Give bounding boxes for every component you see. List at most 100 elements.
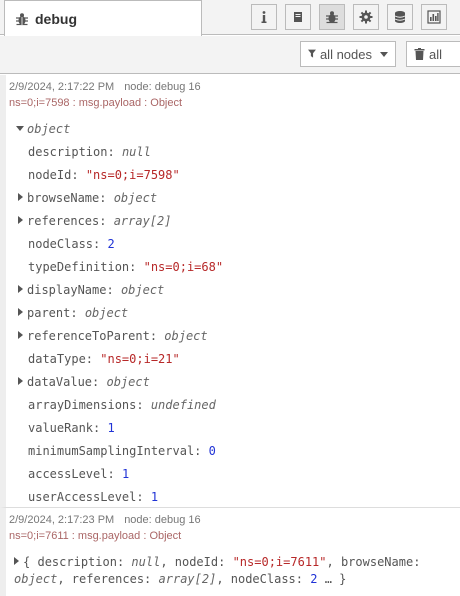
tree-key: dataValue (27, 375, 93, 389)
caret-right-icon (18, 308, 23, 316)
tree-root-row[interactable]: object (16, 118, 460, 141)
message-topic: ns=0;i=7598 : msg.payload : Object (9, 97, 183, 109)
tree-colon: : (70, 306, 85, 320)
tree-key: arrayDimensions (28, 398, 137, 412)
tree-key: references (27, 214, 100, 228)
tree-key: description (28, 145, 108, 159)
filter-nodes-dropdown[interactable]: all nodes (300, 41, 396, 67)
tree-colon: : (85, 352, 101, 366)
caret-right-icon (18, 285, 23, 293)
tree-colon: : (149, 329, 165, 343)
summary-key: , browseName: (326, 555, 421, 569)
tree-colon: : (136, 398, 151, 412)
summary-key: , references: (57, 572, 152, 586)
tree-colon: : (136, 490, 151, 504)
help-button[interactable] (285, 4, 311, 30)
tree-row-userAccessLevel: userAccessLevel: 1 (16, 486, 460, 509)
tree-value: 1 (121, 467, 130, 481)
tree-colon: : (99, 191, 114, 205)
tree-row-displayName[interactable]: displayName: object (16, 279, 460, 302)
tab-title: debug (35, 10, 77, 27)
tree-value: 1 (107, 421, 115, 435)
tree-colon: : (99, 214, 114, 228)
info-button[interactable] (251, 4, 277, 30)
caret-right-icon (18, 216, 23, 224)
message-timestamp: 2/9/2024, 2:17:22 PM (9, 81, 115, 93)
tree-colon: : (93, 421, 108, 435)
tree-value: 0 (208, 444, 216, 458)
tree-row-minimumSamplingInterval: minimumSamplingInterval: 0 (16, 440, 460, 463)
summary-value: object (14, 572, 58, 586)
gear-icon (359, 10, 373, 24)
tree-row-arrayDimensions: arrayDimensions: undefined (16, 394, 460, 417)
tree-key: nodeClass (28, 237, 94, 251)
tree-row-nodeId: nodeId: "ns=0;i=7598" (16, 164, 460, 187)
message-node-link[interactable]: node: debug 16 (124, 81, 200, 93)
tree-key: nodeId (28, 168, 72, 182)
caret-down-icon (16, 126, 24, 131)
tree-row-browseName[interactable]: browseName: object (16, 187, 460, 210)
tree-key: userAccessLevel (28, 490, 137, 504)
tree-key: minimumSamplingInterval (28, 444, 195, 458)
config-button[interactable] (353, 4, 379, 30)
message-node-link[interactable]: node: debug 16 (124, 514, 200, 526)
debug-message: 2/9/2024, 2:17:23 PM node: debug 16 ns=0;… (0, 508, 460, 596)
book-icon (294, 12, 302, 22)
context-data-button[interactable] (387, 4, 413, 30)
collapsed-payload[interactable]: { description: null, nodeId: "ns=0;i=761… (6, 548, 460, 588)
debug-button[interactable] (319, 4, 345, 30)
tree-row-references[interactable]: references: array[2] (16, 210, 460, 233)
info-icon (261, 11, 267, 23)
tree-row-referenceToParent[interactable]: referenceToParent: object (16, 325, 460, 348)
clear-messages-button[interactable]: all (406, 41, 460, 67)
tree-colon: : (194, 444, 209, 458)
tree-value: object (164, 329, 208, 343)
tree-key: typeDefinition (28, 260, 130, 274)
caret-right-icon (14, 557, 19, 565)
tree-value: "ns=0;i=68" (143, 260, 224, 274)
caret-right-icon (18, 193, 23, 201)
message-topic: ns=0;i=7611 : msg.payload : Object (9, 530, 182, 542)
debug-message-list[interactable]: 2/9/2024, 2:17:22 PM node: debug 16 ns=0;… (0, 75, 460, 596)
message-meta: 2/9/2024, 2:17:22 PM node: debug 16 (6, 75, 460, 95)
tree-colon: : (92, 375, 107, 389)
tab-debug[interactable]: debug (4, 0, 202, 36)
message-timestamp: 2/9/2024, 2:17:23 PM (9, 514, 115, 526)
tree-key: valueRank (28, 421, 94, 435)
tree-colon: : (107, 467, 122, 481)
tree-colon: : (107, 145, 122, 159)
tree-key: accessLevel (28, 467, 108, 481)
summary-value: "ns=0;i=7611" (232, 555, 327, 569)
tree-row-description: description: null (16, 141, 460, 164)
caret-right-icon (18, 331, 23, 339)
tree-row-parent[interactable]: parent: object (16, 302, 460, 325)
tree-row-valueRank: valueRank: 1 (16, 417, 460, 440)
bug-icon (326, 11, 338, 24)
tree-value: object (113, 191, 158, 205)
summary-open: { (23, 555, 31, 569)
filter-label: all nodes (319, 46, 372, 62)
tree-value: 2 (107, 237, 115, 251)
summary-value: array[2] (158, 572, 217, 586)
debug-message: 2/9/2024, 2:17:22 PM node: debug 16 ns=0;… (0, 75, 460, 508)
tree-row-accessLevel: accessLevel: 1 (16, 463, 460, 486)
debug-toolbar: all nodes all (0, 36, 460, 74)
tree-value: object (120, 283, 165, 297)
summary-value: null (131, 555, 161, 569)
tree-value: undefined (150, 398, 216, 412)
sidebar-header: debug (0, 0, 460, 36)
tree-colon: : (71, 168, 86, 182)
filter-icon (308, 49, 316, 58)
tree-key: displayName (27, 283, 107, 297)
tree-colon: : (106, 283, 121, 297)
tree-row-typeDefinition: typeDefinition: "ns=0;i=68" (16, 256, 460, 279)
dashboard-button[interactable] (421, 4, 447, 30)
summary-close: … } (324, 572, 347, 586)
tree-row-dataValue[interactable]: dataValue: object (16, 371, 460, 394)
chevron-down-icon (380, 51, 388, 57)
tree-key: dataType (28, 352, 86, 366)
tree-row-dataType: dataType: "ns=0;i=21" (16, 348, 460, 371)
tree-value: null (121, 145, 151, 159)
tree-key: browseName (27, 191, 100, 205)
tree-value: 1 (150, 490, 159, 504)
